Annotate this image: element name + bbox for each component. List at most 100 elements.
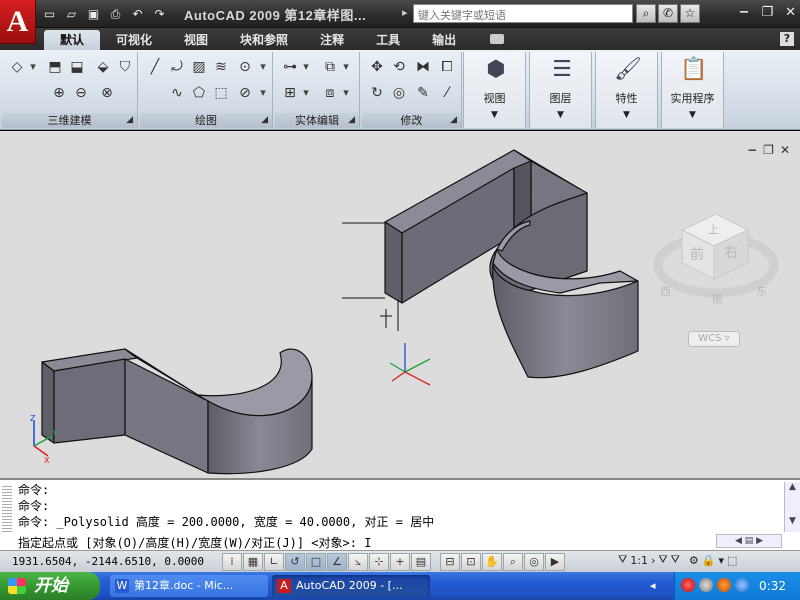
dyn-toggle[interactable]: ⊹ xyxy=(369,553,389,571)
extrude-face-icon[interactable]: ⧉ xyxy=(321,58,339,76)
steering-wheel-icon[interactable]: ◎ xyxy=(524,553,544,571)
chevron-down-icon[interactable]: ▾ xyxy=(28,58,38,76)
polygon-icon[interactable]: ⬠ xyxy=(190,84,208,102)
chevron-down-icon[interactable]: ▾ xyxy=(718,554,724,567)
panel-title-modify[interactable]: 修改 ◢ xyxy=(362,113,461,128)
panel-launcher-icon[interactable]: ◢ xyxy=(348,113,355,128)
wcs-menu[interactable]: WCS ▿ xyxy=(688,331,740,347)
chevron-down-icon[interactable]: ▾ xyxy=(341,58,351,76)
antivirus-tray-icon[interactable] xyxy=(681,578,695,592)
search-expand-icon[interactable]: ▸ xyxy=(402,6,408,19)
line-icon[interactable]: ╱ xyxy=(146,58,164,76)
chevron-right-icon[interactable]: › xyxy=(651,554,655,567)
open-icon[interactable]: ▱ xyxy=(62,5,81,23)
ortho-toggle[interactable]: ∟ xyxy=(264,553,284,571)
panel-title-3d-modeling[interactable]: 三维建模 ◢ xyxy=(2,113,137,128)
chevron-down-icon[interactable]: ▾ xyxy=(258,84,268,102)
pan-icon[interactable]: ✋ xyxy=(482,553,502,571)
favorites-star-icon[interactable]: ☆ xyxy=(680,4,700,23)
annotation-visibility-icon[interactable]: ⛛ xyxy=(658,553,667,567)
separate-icon[interactable]: ⊶ xyxy=(281,58,299,76)
properties-button[interactable]: 🖌 特性 ▼ xyxy=(595,52,658,128)
tab-blocks-references[interactable]: 块和参照 xyxy=(224,30,304,50)
close-icon[interactable]: ✕ xyxy=(785,5,796,20)
ribbon-minimize-toggle[interactable] xyxy=(490,34,504,44)
scale-icon[interactable]: ⁄ xyxy=(438,84,456,102)
panel-launcher-icon[interactable]: ◢ xyxy=(450,113,457,128)
panel-title-solid-editing[interactable]: 实体编辑 ◢ xyxy=(275,113,359,128)
coordinate-display[interactable]: 1931.6504, -2144.6510, 0.0000 xyxy=(12,555,204,568)
arc-icon[interactable]: ⊘ xyxy=(236,84,254,102)
tab-output[interactable]: 输出 xyxy=(416,30,472,50)
spline-icon[interactable]: ∿ xyxy=(168,84,186,102)
clock[interactable]: 0:32 xyxy=(759,579,786,593)
chevron-down-icon[interactable]: ▾ xyxy=(258,58,268,76)
shell-icon[interactable]: ⧈ xyxy=(321,84,339,102)
chevron-down-icon[interactable]: ▾ xyxy=(301,84,311,102)
search-icon[interactable]: ⌕ xyxy=(636,4,656,23)
subtract-icon[interactable]: ⊖ xyxy=(72,84,90,102)
polyline-icon[interactable]: ⤾ xyxy=(168,58,186,76)
update-tray-icon[interactable] xyxy=(717,578,731,592)
plot-icon[interactable]: ⎙ xyxy=(106,5,125,23)
slice-icon[interactable]: ⬙ xyxy=(94,58,112,76)
extrude-icon[interactable]: ⬒ xyxy=(46,58,64,76)
tab-visualize[interactable]: 可视化 xyxy=(100,30,168,50)
tray-expand-icon[interactable]: ◂ xyxy=(650,579,656,592)
showmotion-icon[interactable]: ▶ xyxy=(545,553,565,571)
presspull-icon[interactable]: ⬓ xyxy=(68,58,86,76)
taskbar-item-autocad[interactable]: A AutoCAD 2009 - [... xyxy=(272,575,430,597)
lineweight-toggle[interactable]: + xyxy=(390,553,410,571)
network-tray-icon[interactable] xyxy=(699,578,713,592)
command-horizontal-scrollbar[interactable]: ◀ ▤ ▶ xyxy=(716,534,782,548)
rectangle-icon[interactable]: ⬚ xyxy=(212,84,230,102)
drawing-viewport[interactable]: − ❐ ✕ Z Y X 上 前 右 南 西 东 WCS ▿ xyxy=(0,131,800,478)
start-button[interactable]: 开始 xyxy=(0,572,100,600)
redo-icon[interactable]: ↷ xyxy=(150,5,169,23)
annotation-scale-icon[interactable]: ⛛ xyxy=(618,553,627,567)
annotation-scale-value[interactable]: 1:1 xyxy=(630,554,648,567)
undo-icon[interactable]: ↶ xyxy=(128,5,147,23)
chevron-down-icon[interactable]: ▾ xyxy=(341,84,351,102)
view-button[interactable]: ⬢ 视图 ▼ xyxy=(463,52,526,128)
panel-title-draw[interactable]: 绘图 ◢ xyxy=(140,113,272,128)
otrack-toggle[interactable]: ∠ xyxy=(327,553,347,571)
array-icon[interactable]: ⧠ xyxy=(438,58,456,76)
clean-screen-icon[interactable]: ⬚ xyxy=(727,554,737,567)
helix-icon[interactable]: ≋ xyxy=(212,58,230,76)
3d-align-icon[interactable]: ⧓ xyxy=(414,58,432,76)
model-space-button[interactable]: ⊟ xyxy=(440,553,460,571)
command-prompt[interactable]: 指定起点或 [对象(O)/高度(H)/宽度(W)/对正(J)] <对象>: I xyxy=(18,534,371,551)
tab-tools[interactable]: 工具 xyxy=(360,30,416,50)
volume-tray-icon[interactable] xyxy=(735,578,749,592)
move-icon[interactable]: ✥ xyxy=(368,58,386,76)
workspace-settings-icon[interactable]: ⚙ xyxy=(689,554,699,567)
3d-move-icon[interactable]: ◎ xyxy=(390,84,408,102)
quick-properties-toggle[interactable]: ▤ xyxy=(411,553,431,571)
viewcube[interactable]: 上 前 右 南 西 东 xyxy=(653,213,779,306)
fillet-icon[interactable]: ✎ xyxy=(414,84,432,102)
help-icon[interactable]: ? xyxy=(780,32,794,46)
autoscale-icon[interactable]: ⛛ xyxy=(671,553,680,567)
layout-button[interactable]: ⊡ xyxy=(461,553,481,571)
polysolid-lower[interactable] xyxy=(41,348,313,475)
command-window-grip[interactable] xyxy=(2,486,12,534)
scroll-track[interactable] xyxy=(785,496,800,516)
scroll-up-icon[interactable]: ▲ xyxy=(785,482,800,496)
utilities-button[interactable]: 📋 实用程序 ▼ xyxy=(661,52,724,128)
polysolid-upper[interactable] xyxy=(384,149,639,379)
osnap-toggle[interactable]: □ xyxy=(306,553,326,571)
union-icon[interactable]: ⊕ xyxy=(50,84,68,102)
3d-rotate-icon[interactable]: ⟲ xyxy=(390,58,408,76)
scroll-down-icon[interactable]: ▼ xyxy=(785,516,800,530)
circle-icon[interactable]: ⊙ xyxy=(236,58,254,76)
hatch-icon[interactable]: ▨ xyxy=(190,58,208,76)
model-space-canvas[interactable]: Z Y X 上 前 右 南 西 东 xyxy=(0,131,800,478)
intersect-icon[interactable]: ⊗ xyxy=(98,84,116,102)
application-menu-button[interactable]: A xyxy=(0,0,36,44)
polar-toggle[interactable]: ↺ xyxy=(285,553,305,571)
layers-button[interactable]: ☰ 图层 ▼ xyxy=(529,52,592,128)
zoom-icon[interactable]: ⌕ xyxy=(503,553,523,571)
box-solid-icon[interactable]: ◇ xyxy=(8,58,26,76)
panel-launcher-icon[interactable]: ◢ xyxy=(126,113,133,128)
